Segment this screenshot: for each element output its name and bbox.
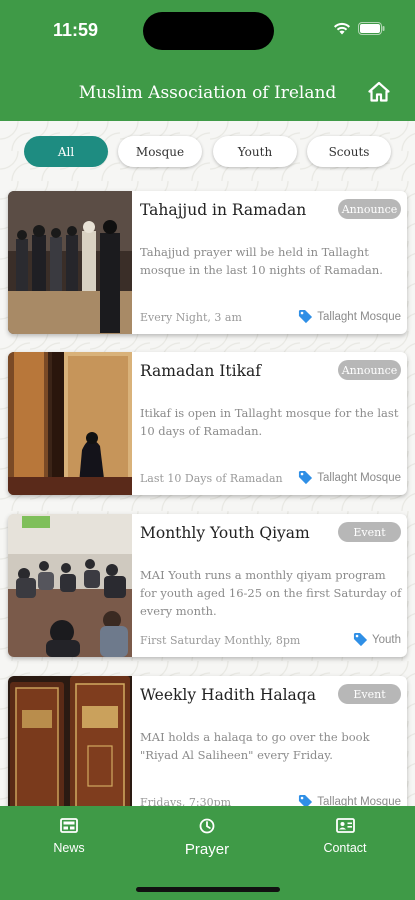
tab-contact-label: Contact xyxy=(323,841,367,855)
category-badge: Event xyxy=(338,684,401,704)
news-card[interactable]: Tahajjud in Ramadan Announce Tahajjud pr… xyxy=(8,191,407,334)
tab-contact[interactable]: Contact xyxy=(300,818,390,855)
status-icons xyxy=(333,22,385,35)
filter-chip-scouts[interactable]: Scouts xyxy=(307,136,391,167)
home-button[interactable] xyxy=(367,80,391,104)
category-badge: Announce xyxy=(338,360,401,380)
news-feed[interactable]: All Mosque Youth Scouts Tahajjud in Rama… xyxy=(0,121,415,806)
card-title: Monthly Youth Qiyam xyxy=(140,524,310,542)
clock-icon xyxy=(199,818,215,834)
card-title: Ramadan Itikaf xyxy=(140,362,261,380)
card-schedule: Fridays, 7:30pm xyxy=(140,796,232,806)
location-tag-label: Tallaght Mosque xyxy=(317,795,401,807)
filter-chip-mosque[interactable]: Mosque xyxy=(118,136,202,167)
card-schedule: First Saturday Monthly, 8pm xyxy=(140,634,301,647)
card-description: Itikaf is open in Tallaght mosque for th… xyxy=(140,406,399,438)
card-image xyxy=(8,676,132,806)
location-tag-label: Tallaght Mosque xyxy=(317,471,401,484)
app-header: 11:59 Muslim Association of Ireland xyxy=(0,0,415,121)
news-card[interactable]: Weekly Hadith Halaqa Event MAI holds a h… xyxy=(8,676,407,806)
category-badge: Announce xyxy=(338,199,401,219)
tag-icon xyxy=(299,309,313,324)
location-tag[interactable]: Youth xyxy=(353,632,401,647)
location-tag[interactable]: Tallaght Mosque xyxy=(298,309,401,324)
dynamic-island xyxy=(143,12,274,50)
home-icon xyxy=(368,81,390,102)
card-description: MAI holds a halaqa to go over the book "… xyxy=(140,730,370,762)
tag-icon xyxy=(353,632,368,647)
location-tag[interactable]: Tallaght Mosque xyxy=(298,794,401,806)
card-schedule: Last 10 Days of Ramadan xyxy=(140,472,283,485)
tab-prayer[interactable]: Prayer xyxy=(162,818,252,858)
tab-news[interactable]: News xyxy=(24,818,114,855)
bottom-tab-bar: News Prayer Contact xyxy=(0,806,415,900)
page-title: Muslim Association of Ireland xyxy=(78,83,337,103)
home-indicator xyxy=(136,887,280,892)
filter-chip-all[interactable]: All xyxy=(24,136,108,167)
tab-prayer-label: Prayer xyxy=(184,841,230,858)
newspaper-icon xyxy=(60,818,78,833)
news-card[interactable]: Ramadan Itikaf Announce Itikaf is open i… xyxy=(8,352,407,495)
filter-chip-youth[interactable]: Youth xyxy=(213,136,297,167)
wifi-icon xyxy=(334,22,350,35)
card-title: Tahajjud in Ramadan xyxy=(140,201,307,219)
filter-chips: All Mosque Youth Scouts xyxy=(0,136,415,168)
status-time: 11:59 xyxy=(53,20,99,40)
battery-icon xyxy=(358,22,385,35)
card-image xyxy=(8,191,132,334)
location-tag[interactable]: Tallaght Mosque xyxy=(298,470,401,485)
tag-icon xyxy=(299,794,313,806)
card-description: MAI Youth runs a monthly qiyam program f… xyxy=(140,568,402,618)
tab-news-label: News xyxy=(53,841,85,855)
tag-icon xyxy=(299,470,313,485)
card-image xyxy=(8,514,132,657)
card-title: Weekly Hadith Halaqa xyxy=(140,686,316,704)
category-badge: Event xyxy=(338,522,401,542)
location-tag-label: Youth xyxy=(372,633,401,646)
card-image xyxy=(8,352,132,495)
contact-card-icon xyxy=(335,818,355,833)
card-description: Tahajjud prayer will be held in Tallaght… xyxy=(140,245,383,277)
card-schedule: Every Night, 3 am xyxy=(140,311,242,324)
news-card[interactable]: Monthly Youth Qiyam Event MAI Youth runs… xyxy=(8,514,407,657)
location-tag-label: Tallaght Mosque xyxy=(317,310,401,323)
